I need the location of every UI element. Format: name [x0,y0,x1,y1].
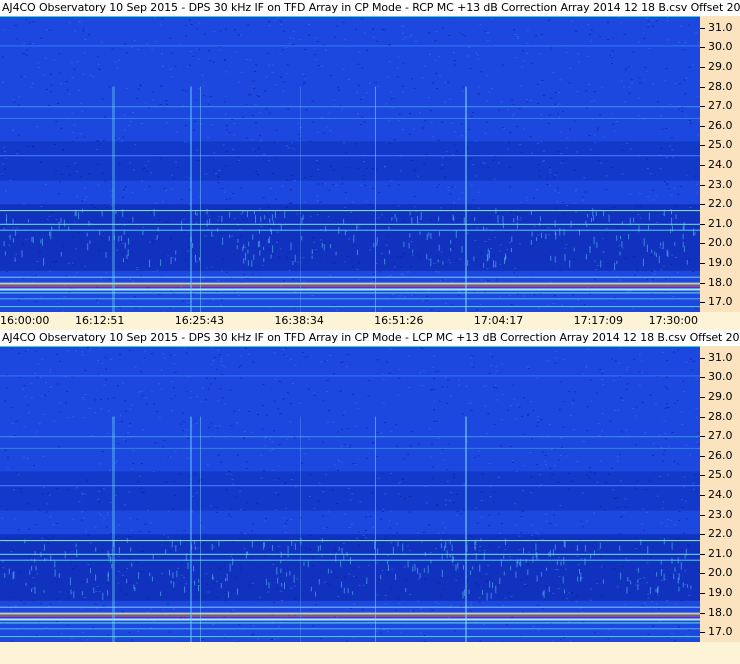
y-tick-label: 20.0 [700,236,733,250]
interference-line [0,436,700,438]
y-tick-label: 23.0 [700,177,733,191]
interference-line [0,276,700,278]
x-tick-label: 17:04:17 [473,314,524,327]
x-tick-label: 17:30:00 [648,314,698,327]
vertical-streak [112,86,115,312]
interference-line [0,618,700,621]
y-tick-label: 23.0 [700,507,733,521]
y-tick-label: 19.0 [700,585,733,599]
y-tick-label: 22.0 [700,527,733,541]
interference-line [0,16,700,17]
vertical-streak [300,416,301,642]
x-tick-label: 16:51:26 [374,314,424,327]
y-tick-label: 31.0 [700,350,733,364]
quiet-band [0,141,700,181]
interference-line [0,636,700,638]
interference-line [0,485,700,487]
y-tick-label: 25.0 [700,468,733,482]
x-tick-label: 16:25:43 [174,314,225,327]
y-tick-label: 28.0 [700,79,733,93]
y-tick-label: 18.0 [700,605,733,619]
y-tick-label: 20.0 [700,566,733,580]
quiet-band [0,471,700,511]
rcp-chart-title: AJ4CO Observatory 10 Sep 2015 - DPS 30 k… [0,0,740,16]
interference-line [0,606,700,608]
y-tick-label: 26.0 [700,448,733,462]
y-tick-label: 27.0 [700,99,733,113]
y-tick-label: 29.0 [700,59,733,73]
interference-line [0,628,700,630]
interference-line [0,229,700,231]
y-tick-label: 30.0 [700,370,733,384]
interference-line [0,45,700,47]
interference-line [0,447,700,449]
interference-line [0,282,700,285]
vertical-streak [112,416,115,642]
interference-line [0,210,700,212]
interference-line [0,155,700,157]
lcp-y-axis: 31.0 30.0 29.0 28.0 27.0 26.0 25.0 24.0 23.0 22.0… [700,346,740,642]
lcp-spectrogram [0,346,700,642]
y-tick-label: 31.0 [700,20,733,34]
interference-line [0,223,700,225]
vertical-streak [200,416,201,642]
interference-line [0,540,700,542]
y-tick-label: 17.0 [700,625,733,639]
time-axis: 16:00:00 16:12:51 16:25:43 16:38:34 16:51:26… [0,312,740,330]
vertical-streak [465,416,467,642]
lcp-panel: AJ4CO Observatory 10 Sep 2015 - DPS 30 k… [0,330,740,642]
y-tick-label: 28.0 [700,409,733,423]
vertical-streak [200,86,201,312]
vertical-streak [300,86,301,312]
interference-line [0,292,700,294]
interference-line [0,298,700,300]
y-tick-label: 24.0 [700,157,733,171]
interference-line [0,285,700,287]
interference-line [0,117,700,119]
rcp-panel: AJ4CO Observatory 10 Sep 2015 - DPS 30 k… [0,0,740,312]
y-tick-label: 29.0 [700,389,733,403]
interference-line [0,106,700,108]
y-tick-label: 21.0 [700,216,733,230]
y-tick-label: 21.0 [700,546,733,560]
x-tick-label: 17:17:09 [573,314,623,327]
interference-line [0,622,700,624]
y-tick-label: 24.0 [700,487,733,501]
x-tick-label: 16:38:34 [274,314,324,327]
vertical-streak [375,86,376,312]
y-tick-label: 30.0 [700,40,733,54]
rcp-spectrogram [0,16,700,312]
y-tick-label: 22.0 [700,197,733,211]
interference-line [0,553,700,555]
y-tick-label: 18.0 [700,275,733,289]
y-tick-label: 27.0 [700,429,733,443]
y-tick-label: 26.0 [700,118,733,132]
y-tick-label: 17.0 [700,295,733,309]
x-tick-label: 16:00:00 [0,314,50,327]
vertical-streak [190,86,192,312]
y-tick-label: 19.0 [700,255,733,269]
interference-line [0,306,700,308]
interference-line [0,346,700,347]
interference-line [0,615,700,617]
interference-line [0,612,700,615]
lower-band [0,534,700,601]
y-tick-label: 25.0 [700,138,733,152]
interference-line [0,288,700,291]
vertical-streak [190,416,192,642]
vertical-streak [375,416,376,642]
x-tick-label: 16:12:51 [75,314,125,327]
vertical-streak [465,86,467,312]
rcp-y-axis: 31.0 30.0 29.0 28.0 27.0 26.0 25.0 24.0 23.0 22.0… [700,16,740,312]
interference-line [0,375,700,377]
lcp-chart-title: AJ4CO Observatory 10 Sep 2015 - DPS 30 k… [0,330,740,346]
bottom-strip [0,642,740,664]
